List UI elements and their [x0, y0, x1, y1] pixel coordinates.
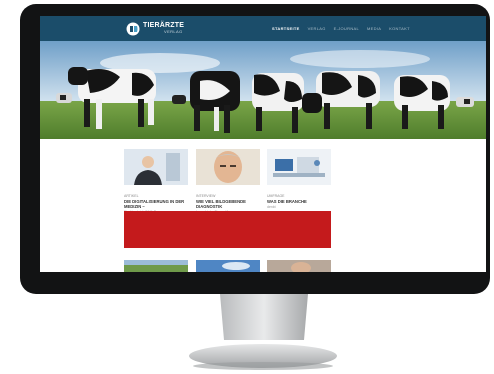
article-category: UMFRAGE	[267, 194, 285, 198]
article-card[interactable]: INTERVIEW WIE VIEL BILDGEBENDE DIAGNOSTI…	[196, 149, 260, 214]
logo-icon[interactable]	[126, 22, 142, 36]
logo-subtitle: VERLAG	[164, 29, 183, 34]
red-banner-ad[interactable]	[124, 211, 331, 248]
monitor-stand-base	[189, 344, 337, 370]
nav-startseite[interactable]: STARTSEITE	[272, 26, 300, 31]
nav-media[interactable]: MEDIA	[367, 26, 381, 31]
hero-image-cows	[40, 41, 486, 139]
article-meta: denkt	[267, 205, 276, 210]
article-card[interactable]: ARTIKEL DIE DIGITALISIERUNG IN DER MEDIZ…	[124, 149, 188, 214]
tile-image-portrait[interactable]	[267, 260, 331, 272]
article-title[interactable]: DIE DIGITALISIERUNG IN DER MEDIZIN –	[124, 199, 188, 209]
article-title[interactable]: WIE VIEL BILDGEBENDE DIAGNOSTIK	[196, 199, 260, 209]
nav-kontakt[interactable]: KONTAKT	[389, 26, 410, 31]
nav-verlag[interactable]: VERLAG	[308, 26, 326, 31]
article-tiles-row	[124, 260, 331, 272]
main-nav: STARTSEITE VERLAG E-JOURNAL MEDIA KONTAK…	[272, 26, 410, 31]
website-screen: TIERÄRZTE VERLAG STARTSEITE VERLAG E-JOU…	[40, 16, 486, 272]
site-header: TIERÄRZTE VERLAG STARTSEITE VERLAG E-JOU…	[40, 16, 486, 41]
tile-image-sky[interactable]	[196, 260, 260, 272]
article-image-portrait	[124, 149, 188, 185]
article-card[interactable]: UMFRAGE WAS DIE BRANCHE denkt	[267, 149, 331, 209]
content-area: ARTIKEL DIE DIGITALISIERUNG IN DER MEDIZ…	[40, 139, 486, 272]
article-category: INTERVIEW	[196, 194, 216, 198]
article-title[interactable]: WAS DIE BRANCHE	[267, 199, 331, 204]
article-image-lab	[267, 149, 331, 185]
article-image-closeup	[196, 149, 260, 185]
tile-image-nature[interactable]	[124, 260, 188, 272]
article-category: ARTIKEL	[124, 194, 139, 198]
logo-title[interactable]: TIERÄRZTE	[143, 22, 184, 29]
nav-ejournal[interactable]: E-JOURNAL	[334, 26, 359, 31]
